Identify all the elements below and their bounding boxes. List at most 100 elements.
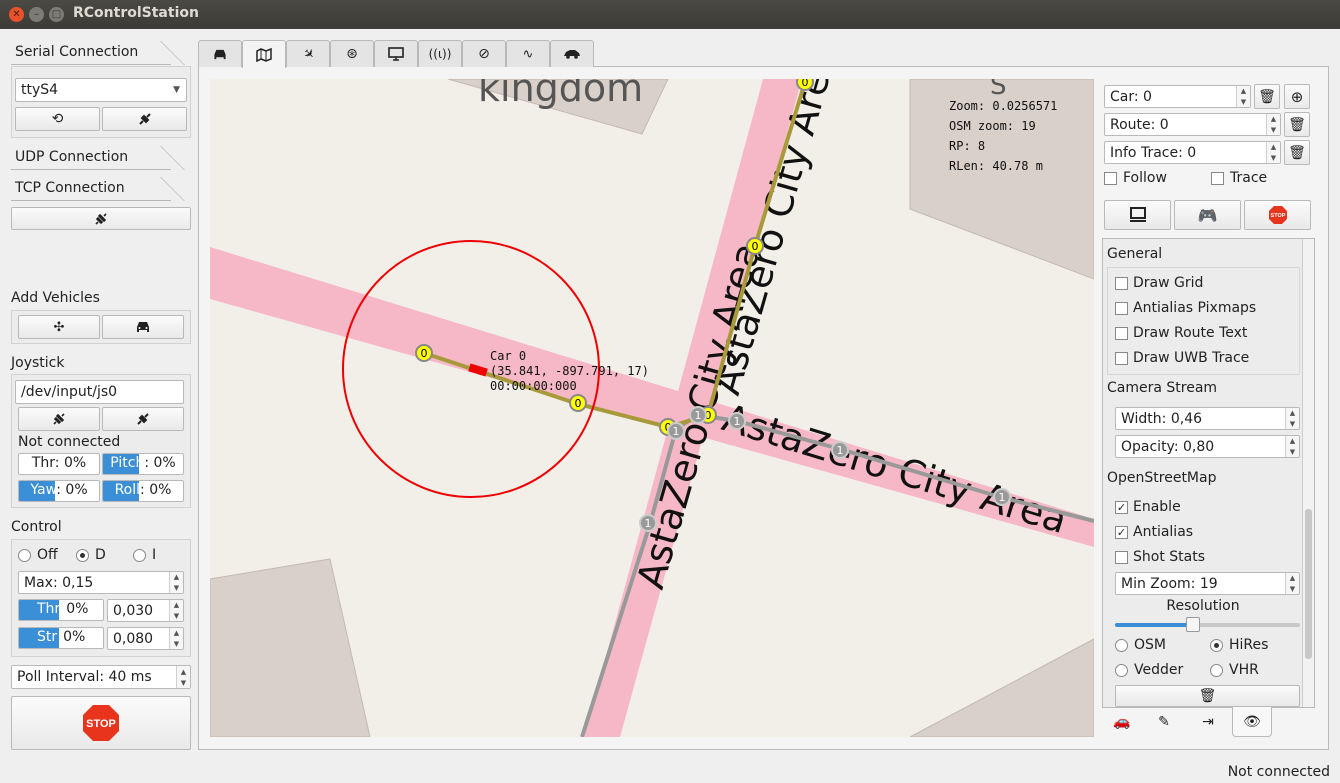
- spin-arrows-icon[interactable]: ▲ ▼: [1285, 408, 1299, 429]
- trace-point[interactable]: 1: [993, 488, 1011, 506]
- remove-car-button[interactable]: 🗑: [1254, 84, 1280, 109]
- tab-compass[interactable]: ⊘: [462, 40, 506, 67]
- joystick-connect-button[interactable]: [18, 407, 100, 431]
- tile-osm-radio[interactable]: [1115, 639, 1128, 652]
- scrollbar-thumb[interactable]: [1305, 509, 1312, 659]
- draw-grid-checkbox[interactable]: [1115, 277, 1128, 290]
- tab-car-side[interactable]: [550, 40, 594, 67]
- map-canvas[interactable]: kingdom S AstaZero City Area AstaZero Ci…: [210, 79, 1094, 737]
- car-spinbox[interactable]: Car: 0 ▲ ▼: [1104, 85, 1251, 108]
- joystick-disconnect-button[interactable]: [102, 407, 184, 431]
- tab-udp-connection[interactable]: UDP Connection: [11, 146, 171, 170]
- tab-cars[interactable]: 🚗: [1102, 707, 1142, 737]
- stop-car-button[interactable]: STOP: [1244, 200, 1311, 230]
- draw-grid-label: Draw Grid: [1133, 275, 1204, 291]
- control-d-radio[interactable]: [76, 549, 89, 562]
- max-spinbox[interactable]: Max: 0,15 ▲ ▼: [18, 571, 184, 594]
- tile-vhr-radio[interactable]: [1210, 664, 1223, 677]
- spin-arrows-icon[interactable]: ▲ ▼: [169, 628, 183, 649]
- tab-edit[interactable]: ✎: [1144, 707, 1184, 737]
- locate-car-button[interactable]: ⊕: [1284, 84, 1310, 109]
- tab-car[interactable]: [198, 40, 242, 67]
- trace-point[interactable]: 1: [639, 514, 657, 532]
- camera-width-spinbox[interactable]: Width: 0,46 ▲ ▼: [1115, 407, 1300, 430]
- spin-arrows-icon[interactable]: ▲ ▼: [1285, 573, 1299, 594]
- stop-all-button[interactable]: STOP: [11, 696, 191, 750]
- tab-view[interactable]: 👁: [1232, 707, 1272, 737]
- spin-arrows-icon[interactable]: ▲ ▼: [169, 600, 183, 621]
- trace-point-label: 1: [673, 425, 680, 438]
- joystick-device-input[interactable]: /dev/input/js0: [15, 380, 184, 404]
- route-point[interactable]: 0: [746, 237, 764, 255]
- control-thr-spinbox[interactable]: 0,030 ▲ ▼: [107, 599, 184, 622]
- minimize-window-button[interactable]: –: [29, 7, 44, 22]
- refresh-icon: ⟲: [51, 111, 64, 127]
- osm-antialias-checkbox[interactable]: ✓: [1115, 526, 1128, 539]
- route-spinbox[interactable]: Route: 0 ▲ ▼: [1104, 113, 1281, 136]
- control-str-spinbox[interactable]: 0,080 ▲ ▼: [107, 627, 184, 650]
- resolution-slider[interactable]: [1115, 617, 1300, 632]
- gamepad-button[interactable]: 🎮: [1174, 200, 1241, 230]
- title-bar: ✕ – □ RControlStation: [0, 0, 1340, 29]
- scrollbar[interactable]: [1302, 239, 1314, 707]
- tab-antenna[interactable]: ((ι)): [418, 40, 462, 67]
- spin-arrows-icon[interactable]: ▲ ▼: [1285, 436, 1299, 457]
- trace-label: Trace: [1230, 170, 1268, 186]
- trace-point[interactable]: 1: [831, 441, 849, 459]
- antialias-pixmaps-checkbox[interactable]: [1115, 302, 1128, 315]
- trace-point[interactable]: 1: [728, 412, 746, 430]
- route-point[interactable]: 0: [415, 344, 433, 362]
- plug-icon: [138, 113, 151, 125]
- export-icon: ⇥: [1202, 714, 1214, 730]
- tab-navigation[interactable]: ⊛: [330, 40, 374, 67]
- general-header: General: [1107, 246, 1163, 262]
- tab-screen[interactable]: [374, 40, 418, 67]
- clear-cache-button[interactable]: 🗑: [1115, 685, 1300, 707]
- drone-icon: ✣: [53, 319, 65, 335]
- tile-vedder-radio[interactable]: [1115, 664, 1128, 677]
- add-copter-button[interactable]: ✣: [18, 315, 100, 339]
- map-rlen: RLen: 40.78 m: [949, 159, 1043, 173]
- tab-signal[interactable]: ∿: [506, 40, 550, 67]
- resolution-handle[interactable]: [1186, 617, 1200, 632]
- remove-info-trace-button[interactable]: 🗑: [1284, 140, 1310, 165]
- tab-map[interactable]: [242, 40, 286, 68]
- control-i-radio[interactable]: [133, 549, 146, 562]
- route-point[interactable]: 0: [569, 394, 587, 412]
- trace-point[interactable]: 1: [667, 422, 685, 440]
- tab-satellite[interactable]: ✈: [286, 40, 330, 67]
- spin-arrows-icon[interactable]: ▲ ▼: [1236, 86, 1250, 107]
- signal-icon: ∿: [522, 46, 534, 62]
- remove-route-button[interactable]: 🗑: [1284, 112, 1310, 137]
- trace-point[interactable]: 1: [689, 406, 707, 424]
- refresh-serial-button[interactable]: ⟲: [15, 107, 100, 131]
- info-trace-spinbox[interactable]: Info Trace: 0 ▲ ▼: [1104, 141, 1281, 164]
- tile-hires-radio[interactable]: [1210, 639, 1223, 652]
- map-view[interactable]: kingdom S AstaZero City Area AstaZero Ci…: [210, 79, 1094, 737]
- serial-port-select[interactable]: ttyS4 ▼: [15, 78, 187, 102]
- poll-interval-spinbox[interactable]: Poll Interval: 40 ms ▲ ▼: [11, 665, 191, 689]
- spin-arrows-icon[interactable]: ▲ ▼: [176, 666, 190, 688]
- tab-serial-connection[interactable]: Serial Connection: [11, 41, 171, 65]
- tab-export[interactable]: ⇥: [1188, 707, 1228, 737]
- close-window-button[interactable]: ✕: [9, 7, 24, 22]
- min-zoom-spinbox[interactable]: Min Zoom: 19 ▲ ▼: [1115, 572, 1300, 595]
- control-off-radio[interactable]: [18, 549, 31, 562]
- osm-shot-stats-checkbox[interactable]: [1115, 551, 1128, 564]
- terminal-button[interactable]: [1104, 200, 1171, 230]
- camera-opacity-spinbox[interactable]: Opacity: 0,80 ▲ ▼: [1115, 435, 1300, 458]
- draw-route-text-checkbox[interactable]: [1115, 327, 1128, 340]
- tab-tcp-connection[interactable]: TCP Connection: [11, 177, 171, 201]
- spin-arrows-icon[interactable]: ▲ ▼: [1266, 142, 1280, 163]
- connect-serial-button[interactable]: [102, 107, 187, 131]
- route-point[interactable]: 0: [796, 79, 814, 91]
- spin-arrows-icon[interactable]: ▲ ▼: [1266, 114, 1280, 135]
- draw-uwb-trace-checkbox[interactable]: [1115, 352, 1128, 365]
- maximize-window-button[interactable]: □: [49, 7, 64, 22]
- trace-checkbox[interactable]: [1211, 172, 1224, 185]
- osm-enable-checkbox[interactable]: ✓: [1115, 501, 1128, 514]
- follow-checkbox[interactable]: [1104, 172, 1117, 185]
- connect-tcp-button[interactable]: [11, 207, 191, 230]
- add-car-button[interactable]: [102, 315, 184, 339]
- spin-arrows-icon[interactable]: ▲ ▼: [169, 572, 183, 593]
